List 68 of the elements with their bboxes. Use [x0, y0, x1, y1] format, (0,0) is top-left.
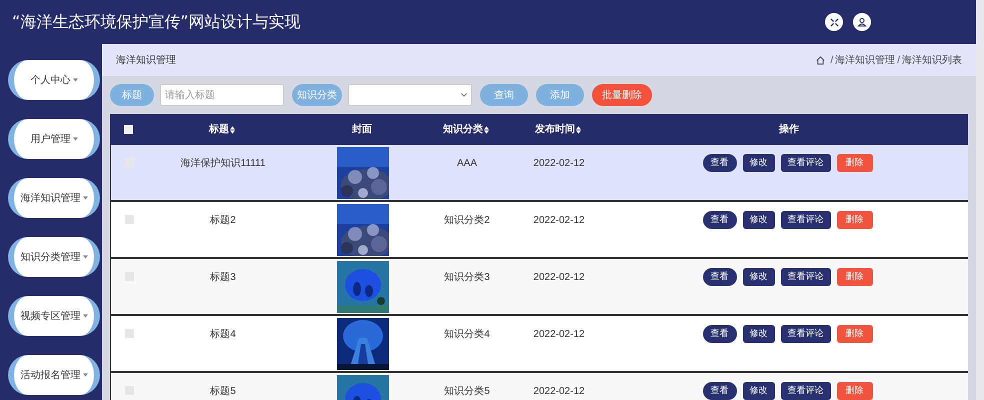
action-button[interactable]: 修改 [742, 382, 774, 400]
breadcrumb-link[interactable]: 海洋知识列表 [902, 52, 962, 68]
column-header: 封面 [352, 122, 372, 137]
action-button[interactable]: 修改 [742, 325, 774, 343]
action-button[interactable]: 修改 [742, 154, 774, 172]
date-text: 2022-02-12 [533, 328, 585, 342]
category-text: AAA [456, 157, 477, 171]
sidebar-item[interactable]: 用户管理 [8, 119, 100, 159]
date-text: 2022-02-12 [533, 157, 585, 171]
title-search-field[interactable]: 请输入标题 [160, 84, 284, 106]
sidebar-item[interactable]: 活动报名管理 [8, 355, 100, 395]
title-text: 标题2 [210, 214, 236, 228]
row-checkbox[interactable] [124, 215, 134, 224]
scrollbar[interactable] [976, 0, 984, 400]
fullscreen-icon[interactable] [825, 13, 843, 31]
category-select[interactable] [348, 84, 472, 106]
category-text: 知识分类4 [444, 328, 490, 342]
sort-icon [484, 126, 489, 134]
page-title: 海洋知识管理 [116, 54, 176, 68]
breadcrumb-link[interactable]: 海洋知识管理 [835, 52, 896, 68]
sort-icon [576, 126, 581, 134]
title-text: 海洋保护知识11111 [180, 156, 266, 171]
caret-icon [72, 78, 78, 82]
title-text: 标题3 [210, 270, 236, 285]
date-text: 2022-02-12 [533, 385, 585, 399]
breadcrumb-separator: / [897, 54, 900, 68]
category-text: 知识分类2 [444, 214, 490, 228]
sidebar-item[interactable]: 知识分类管理 [8, 237, 100, 277]
action-button[interactable]: 查看评论 [780, 154, 830, 172]
action-button[interactable]: 查看评论 [780, 382, 830, 400]
sidebar-item[interactable]: 海洋知识管理 [8, 178, 100, 218]
caret-icon [72, 137, 78, 141]
action-button[interactable]: 查看 [702, 325, 736, 343]
home-icon[interactable] [816, 56, 826, 64]
row-checkbox[interactable] [124, 329, 134, 338]
column-header[interactable]: 知识分类 [443, 122, 489, 137]
category-label: 知识分类 [292, 84, 342, 106]
caret-icon [82, 373, 88, 377]
action-button[interactable]: 查看评论 [780, 211, 830, 229]
breadcrumb-separator: / [830, 54, 834, 68]
select-all-checkbox[interactable] [124, 125, 132, 134]
user-icon[interactable] [853, 13, 871, 31]
action-button[interactable]: 查看评论 [780, 325, 830, 343]
title-text: 标题5 [210, 384, 236, 399]
action-button[interactable]: 查看评论 [780, 268, 830, 286]
sidebar-item[interactable]: 个人中心 [8, 60, 100, 100]
caret-icon [82, 255, 88, 259]
chevron-down-icon [461, 93, 467, 97]
action-button[interactable]: 查看 [702, 268, 736, 286]
column-header[interactable]: 发布时间 [535, 122, 581, 137]
title-text: 标题4 [210, 328, 236, 342]
caret-icon [82, 314, 88, 318]
title-label: 标题 [110, 84, 154, 106]
action-button[interactable]: 修改 [742, 268, 774, 286]
sort-icon [230, 126, 235, 134]
sidebar-item[interactable]: 视频专区管理 [8, 296, 100, 336]
action-button[interactable]: 查看 [702, 211, 736, 229]
category-text: 知识分类5 [444, 384, 490, 399]
site-title: “海洋生态环境保护宣传”网站设计与实现 [12, 11, 301, 33]
date-text: 2022-02-12 [533, 214, 585, 228]
category-text: 知识分类3 [444, 270, 490, 285]
action-button[interactable]: 查看 [702, 154, 736, 172]
column-header[interactable]: 标题 [209, 122, 235, 137]
caret-icon [82, 196, 88, 200]
column-header: 操作 [779, 122, 799, 137]
date-text: 2022-02-12 [533, 271, 585, 285]
action-button[interactable]: 修改 [742, 211, 774, 229]
action-button[interactable]: 查看 [702, 382, 736, 400]
